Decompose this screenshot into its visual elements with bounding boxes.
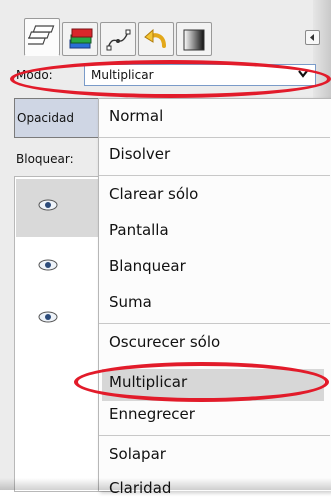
menu-separator	[99, 435, 330, 436]
tab-paths[interactable]	[100, 22, 136, 56]
tab-gradients[interactable]	[176, 22, 212, 56]
channels-icon	[69, 28, 93, 49]
eye-icon[interactable]	[38, 259, 58, 271]
eye-icon[interactable]	[38, 311, 58, 323]
eye-icon[interactable]	[38, 199, 58, 211]
opacity-label: Opacidad	[17, 111, 74, 125]
layers-icon	[28, 25, 55, 45]
undo-history-icon	[144, 28, 166, 48]
tab-channels[interactable]	[62, 22, 98, 56]
lock-label: Bloquear:	[16, 152, 74, 166]
dock-tabs	[24, 18, 264, 58]
menu-item-normal[interactable]: Normal	[109, 107, 163, 125]
layers-dock-panel: Modo: Multiplicar Opacidad Bloquear: Nor…	[0, 0, 331, 497]
menu-item-suma[interactable]: Suma	[109, 293, 152, 311]
menu-item-pantalla[interactable]: Pantalla	[109, 221, 169, 239]
mode-annotation-ring	[10, 60, 331, 98]
menu-item-ennegrecer[interactable]: Ennegrecer	[109, 405, 195, 423]
panel-menu-icon	[310, 34, 314, 41]
menu-item-blanquear[interactable]: Blanquear	[109, 257, 186, 275]
multiplicar-annotation-ring	[74, 362, 329, 402]
menu-separator	[99, 323, 330, 324]
gradient-icon	[183, 29, 205, 51]
menu-item-solapar[interactable]: Solapar	[109, 445, 166, 463]
menu-separator	[99, 175, 330, 176]
tab-layers[interactable]	[24, 18, 60, 56]
panel-menu-button[interactable]	[305, 30, 320, 45]
paths-icon	[106, 29, 131, 51]
panel-bottom-shadow	[0, 478, 331, 490]
menu-item-disolver[interactable]: Disolver	[109, 145, 170, 163]
menu-separator	[99, 137, 330, 138]
blend-mode-menu: Normal Disolver Clarear sólo Pantalla Bl…	[98, 98, 331, 497]
menu-item-oscurecer-solo[interactable]: Oscurecer sólo	[109, 333, 220, 351]
tab-undo-history[interactable]	[138, 22, 174, 56]
menu-item-clarear-solo[interactable]: Clarear sólo	[109, 185, 198, 203]
